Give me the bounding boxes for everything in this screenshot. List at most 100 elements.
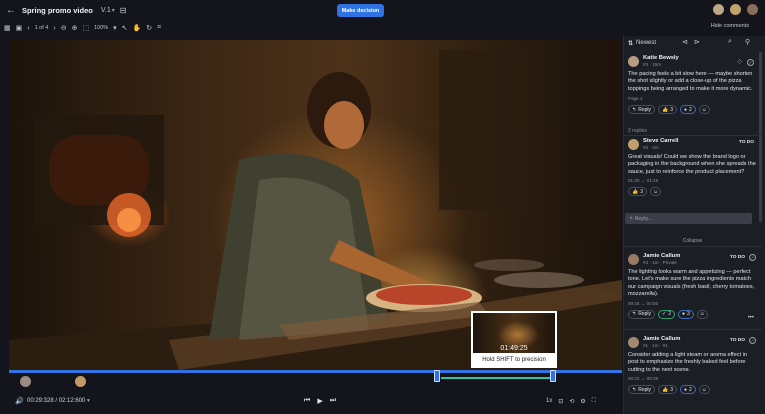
next-comment-icon[interactable]: ⊳ [694,38,700,46]
play-icon[interactable]: ▶ [317,397,322,405]
next-page-icon[interactable]: › [53,25,55,32]
comment-time-range[interactable]: 00:34 → 00:50 [628,301,757,306]
reply-button[interactable]: ↰ Reply [628,309,655,319]
comment-time-range[interactable]: 01:05 → 01:25 [628,178,757,183]
crop-icon[interactable]: ⌗ [157,24,161,32]
preview-hint: Hold SHIFT to precision [473,353,555,366]
comment-card[interactable]: Jamie Callum #1 · 1m · #1 TO DO ✓ Consid… [623,336,762,395]
player-options: 1x ⊡ ⟲ ⚙ ⛶ [546,398,596,405]
preview-timecode: 01:49:25 [500,345,528,352]
comment-meta: #3 · 2m [643,145,659,150]
settings-icon[interactable]: ⚙ [580,398,585,405]
reaction-thumbs[interactable]: 👍 3 [658,105,678,115]
comment-page: Page 1 [628,96,643,102]
reaction-blue[interactable]: ● 3 [677,309,694,319]
subtitles-icon[interactable]: ⊡ [558,398,563,405]
comment-card[interactable]: Steve Carrell #3 · 2m TO DO Great visual… [623,138,762,197]
layout-icon[interactable]: ▣ [16,24,23,32]
previous-icon[interactable]: ⏮ [304,397,310,405]
comment-actions: ↰ Reply 👍 3 ● 2 ☺ [628,105,757,115]
sort-label[interactable]: Newest [636,40,656,46]
chevron-down-icon[interactable]: ▾ [113,24,117,32]
viewer-toolbar: ▦ ▣ ‹ 1 of 4 › ⊖ ⊕ ⬚ 100% ▾ ↖ ✋ ↻ ⌗ [0,20,623,36]
volume-icon[interactable]: 🔊 [15,397,24,405]
comment-author: Katie Bewsly [643,55,679,61]
reaction-thumbs[interactable]: 👍 3 [658,385,678,395]
status-badge[interactable]: TO DO [730,255,745,260]
loop-icon[interactable]: ⟲ [569,398,574,405]
comment-actions: 👍 3 ☺ [628,187,757,197]
comment-actions: ↰ Reply ✓ 2 ● 3 ☺ [628,309,757,319]
divider [623,135,762,136]
project-title: Spring promo video [22,5,93,15]
reply-input[interactable]: ↰ Reply... [625,213,752,224]
zoom-level[interactable]: 100% [94,25,108,31]
add-reaction-icon[interactable]: ☺ [698,105,710,115]
comment-actions: ↰ Reply 👍 3 ● 2 ☺ [628,385,757,395]
add-reaction-icon[interactable]: ☺ [696,309,708,319]
avatar[interactable] [712,3,725,16]
zoom-in-icon[interactable]: ⊕ [72,24,78,32]
comment-meta: #4 · 1m · Private [643,260,677,265]
fullscreen-icon[interactable]: ⛶ [592,398,596,405]
reaction-check[interactable]: ✓ 2 [658,309,675,319]
comment-author: Steve Carrell [643,138,679,144]
comment-body: The lighting looks warm and appetizing —… [628,269,755,298]
resolve-icon[interactable]: ✓ [749,337,756,344]
page-indicator: 1 of 4 [34,25,49,31]
comment-card[interactable]: Katie Bewsly #3 · 15m ✓ ◇ The pacing fee… [623,55,762,115]
avatar[interactable] [746,3,759,16]
range-start-handle[interactable] [434,370,440,382]
chevron-down-icon[interactable]: ▾ [87,398,90,404]
reaction-thumbs[interactable]: 👍 3 [628,187,648,197]
add-reaction-icon[interactable]: ☺ [650,187,662,197]
reaction-blue[interactable]: ● 2 [680,385,696,395]
comment-time-range[interactable]: 00:22 → 00:35 [628,376,757,381]
collapse-link[interactable]: Collapse [623,238,762,244]
rotate-icon[interactable]: ↻ [146,24,152,32]
timeline-preview: 01:49:25 Hold SHIFT to precision [471,311,557,368]
speed-button[interactable]: 1x [546,398,552,405]
prev-page-icon[interactable]: ‹ [27,25,29,32]
hide-comments-toggle[interactable]: Hide comments [711,23,749,29]
sort-icon[interactable]: ⇅ [628,40,633,47]
collaborator-avatars [708,3,759,16]
comment-meta: #3 · 15m [643,62,662,67]
resolve-icon[interactable]: ✓ [749,254,756,261]
back-arrow-icon[interactable]: ← [6,5,16,16]
avatar [628,253,639,265]
reply-button[interactable]: ↰ Reply [628,385,655,395]
pointer-icon[interactable]: ↖ [122,24,128,32]
comment-body: Great visuals! Could we show the brand l… [628,154,756,175]
zoom-out-icon[interactable]: ⊖ [61,24,67,32]
resolve-icon[interactable]: ✓ [747,59,754,66]
reply-button[interactable]: ↰ Reply [628,105,655,115]
selected-range [441,377,551,379]
add-reaction-icon[interactable]: ☺ [698,385,710,395]
more-options-icon[interactable]: ••• [748,315,754,321]
timeline-comment-marker[interactable] [20,376,31,387]
tag-icon[interactable]: ◇ [737,58,742,65]
fit-icon[interactable]: ⬚ [82,24,89,32]
prev-comment-icon[interactable]: ⊲ [682,38,688,46]
compare-icon[interactable]: ⊟ [120,6,127,15]
hand-icon[interactable]: ✋ [133,24,142,32]
next-icon[interactable]: ⏭ [330,397,336,405]
range-end-handle[interactable] [550,370,556,382]
timeline-scrubber[interactable] [9,370,622,373]
status-badge[interactable]: TO DO [739,140,754,145]
version-selector[interactable]: V.1▾ [101,7,115,14]
make-decision-button[interactable]: Make decision [337,4,384,17]
status-badge[interactable]: TO DO [730,338,745,343]
avatar [628,55,639,67]
divider [623,246,762,247]
search-icon[interactable]: ⌕ [728,38,732,46]
comment-card[interactable]: Jamie Callum #4 · 1m · Private TO DO ✓ T… [623,253,762,321]
player-controls: 🔊 00:29:328 / 02:12:600 ▾ ⏮ ▶ ⏭ 1x ⊡ ⟲ ⚙… [0,395,623,411]
grid-icon[interactable]: ▦ [4,24,11,32]
reaction-blue[interactable]: ● 2 [680,105,696,115]
filter-icon[interactable]: ⚲ [745,38,750,46]
timeline-comment-marker[interactable] [75,376,86,387]
replies-count[interactable]: 2 replies [628,128,647,134]
avatar[interactable] [729,3,742,16]
